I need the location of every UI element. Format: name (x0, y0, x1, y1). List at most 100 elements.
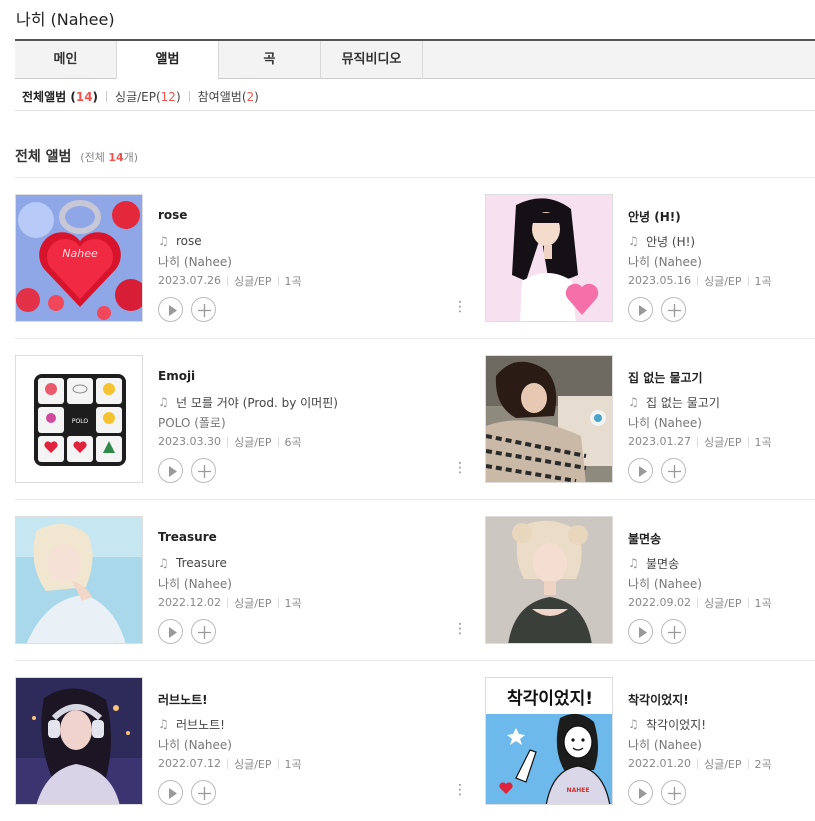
plus-icon (198, 304, 211, 317)
album-cover[interactable] (15, 516, 143, 644)
album-cover[interactable]: POLO (15, 355, 143, 483)
add-button[interactable] (191, 619, 216, 644)
album-cover[interactable] (15, 677, 143, 805)
plus-icon (668, 304, 681, 317)
album-card: 집 없는 물고기 ♫ 집 없는 물고기 나히 (Nahee) 2023.01.27… (485, 355, 815, 485)
album-meta: 2022.01.20 싱글/EP 2곡 (628, 757, 772, 771)
track-title: ♫ 안녕 (H!) (628, 234, 696, 249)
play-button[interactable] (158, 297, 183, 322)
music-note-icon: ♫ (158, 717, 169, 731)
play-button[interactable] (628, 619, 653, 644)
album-meta: 2022.07.12 싱글/EP 1곡 (158, 757, 302, 771)
music-note-icon: ♫ (158, 556, 169, 570)
add-button[interactable] (191, 297, 216, 322)
track-title: ♫ 넌 모를 거야 (Prod. by 이머핀) (158, 395, 338, 410)
album-artist[interactable]: 나히 (Nahee) (628, 253, 815, 269)
plus-icon (668, 465, 681, 478)
tab-album[interactable]: 앨범 (117, 41, 219, 80)
track-title: ♫ 집 없는 물고기 (628, 395, 720, 410)
album-card: 안녕 (H!) ♫ 안녕 (H!) 나히 (Nahee) 2023.05.16 싱글… (485, 194, 815, 324)
plus-icon (198, 465, 211, 478)
album-title[interactable]: 러브노트! (158, 691, 458, 709)
more-vertical-icon[interactable]: ⋮ (453, 622, 467, 636)
play-icon (639, 466, 647, 477)
add-button[interactable] (661, 780, 686, 805)
album-cover[interactable] (485, 516, 613, 644)
album-cover[interactable]: 착각이었지! NAHEE (485, 677, 613, 805)
album-artist[interactable]: 나히 (Nahee) (628, 414, 815, 430)
more-vertical-icon[interactable]: ⋮ (453, 783, 467, 797)
filter-all[interactable]: 전체앨범 (14) (22, 88, 98, 105)
section-title: 전체 앨범 (전체 14개) (15, 149, 139, 165)
play-icon (639, 788, 647, 799)
filter-featured[interactable]: 참여앨범(2) (198, 88, 259, 105)
album-meta: 2023.03.30 싱글/EP 6곡 (158, 435, 302, 449)
svg-text:착각이었지!: 착각이었지! (507, 688, 593, 709)
track-title: ♫ rose (158, 234, 202, 248)
plus-icon (198, 787, 211, 800)
music-note-icon: ♫ (628, 234, 639, 248)
add-button[interactable] (661, 458, 686, 483)
album-title[interactable]: rose (158, 208, 458, 226)
add-button[interactable] (661, 297, 686, 322)
album-title[interactable]: Emoji (158, 369, 458, 387)
album-card: 착각이었지! NAHEE 착각이었지! ♫ 착각이었지! 나히 (Nahee) 2… (485, 677, 815, 807)
album-meta: 2023.07.26 싱글/EP 1곡 (158, 274, 302, 288)
album-title[interactable]: 불면송 (628, 530, 815, 548)
album-cover[interactable]: Nahee (15, 194, 143, 322)
play-icon (169, 305, 177, 316)
album-filter: 전체앨범 (14) 싱글/EP(12) 참여앨범(2) (22, 88, 259, 105)
album-artist[interactable]: 나히 (Nahee) (158, 253, 458, 269)
filter-single[interactable]: 싱글/EP(12) (115, 88, 181, 105)
more-vertical-icon[interactable]: ⋮ (453, 461, 467, 475)
add-button[interactable] (661, 619, 686, 644)
album-meta: 2022.12.02 싱글/EP 1곡 (158, 596, 302, 610)
play-icon (639, 627, 647, 638)
play-button[interactable] (158, 780, 183, 805)
album-meta: 2023.05.16 싱글/EP 1곡 (628, 274, 772, 288)
album-card: POLO Emoji ♫ 넌 모를 거야 (Prod. by 이머핀) POLO … (15, 355, 467, 485)
tab-song[interactable]: 곡 (219, 41, 321, 79)
play-button[interactable] (628, 297, 653, 322)
play-button[interactable] (158, 619, 183, 644)
more-vertical-icon[interactable]: ⋮ (453, 300, 467, 314)
play-icon (169, 627, 177, 638)
tab-main[interactable]: 메인 (15, 41, 117, 79)
album-title[interactable]: 안녕 (H!) (628, 208, 815, 226)
album-artist[interactable]: 나히 (Nahee) (628, 736, 815, 752)
add-button[interactable] (191, 780, 216, 805)
music-note-icon: ♫ (628, 717, 639, 731)
track-title: ♫ Treasure (158, 556, 227, 570)
svg-text:Nahee: Nahee (62, 247, 98, 260)
section-count: (전체 14개) (80, 151, 139, 164)
play-icon (169, 788, 177, 799)
album-title[interactable]: 착각이었지! (628, 691, 815, 709)
play-icon (639, 305, 647, 316)
play-icon (169, 466, 177, 477)
tab-bar: 메인 앨범 곡 뮤직비디오 (15, 39, 815, 80)
plus-icon (198, 626, 211, 639)
album-artist[interactable]: 나히 (Nahee) (628, 575, 815, 591)
svg-text:NAHEE: NAHEE (567, 787, 590, 794)
album-title[interactable]: Treasure (158, 530, 458, 548)
artist-title: 나히 (Nahee) (16, 10, 115, 29)
play-button[interactable] (158, 458, 183, 483)
album-cover[interactable] (485, 355, 613, 483)
album-meta: 2023.01.27 싱글/EP 1곡 (628, 435, 772, 449)
track-title: ♫ 불면송 (628, 556, 680, 571)
album-artist[interactable]: 나히 (Nahee) (158, 736, 458, 752)
add-button[interactable] (191, 458, 216, 483)
tab-music-video[interactable]: 뮤직비디오 (321, 41, 423, 79)
play-button[interactable] (628, 780, 653, 805)
music-note-icon: ♫ (628, 556, 639, 570)
album-meta: 2022.09.02 싱글/EP 1곡 (628, 596, 772, 610)
album-card: 러브노트! ♫ 러브노트! 나히 (Nahee) 2022.07.12 싱글/EP 1… (15, 677, 467, 807)
plus-icon (668, 626, 681, 639)
album-title[interactable]: 집 없는 물고기 (628, 369, 815, 387)
album-card: 불면송 ♫ 불면송 나히 (Nahee) 2022.09.02 싱글/EP 1곡 (485, 516, 815, 646)
album-cover[interactable] (485, 194, 613, 322)
album-card: Nahee rose ♫ rose 나히 (Nahee) 2023.07.26 싱글… (15, 194, 467, 324)
album-artist[interactable]: 나히 (Nahee) (158, 575, 458, 591)
album-artist[interactable]: POLO (폴로) (158, 414, 458, 430)
play-button[interactable] (628, 458, 653, 483)
